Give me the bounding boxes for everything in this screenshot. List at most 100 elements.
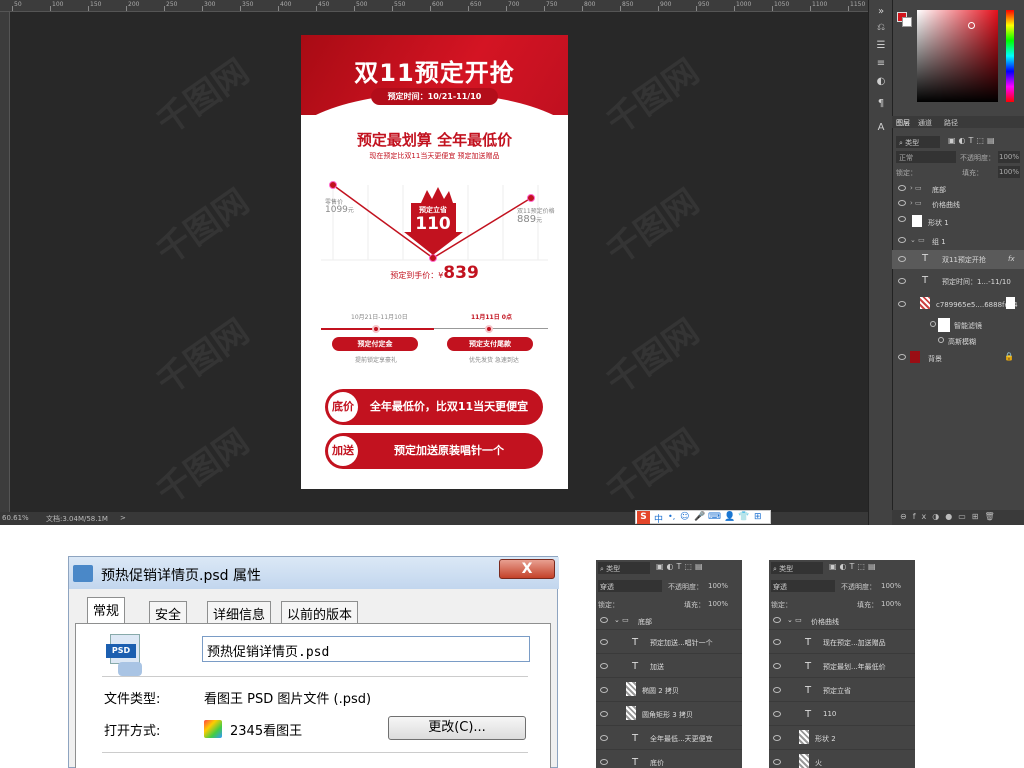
tab-layers[interactable]: 图层 — [896, 118, 910, 128]
fx-icon[interactable]: fx — [1008, 255, 1015, 263]
eye-icon[interactable] — [898, 278, 906, 284]
layer-row[interactable]: › ▭ 价格曲线 — [892, 196, 1024, 213]
layer-row[interactable]: 高斯模糊 — [892, 334, 1024, 348]
layer-row[interactable]: T 全年最低...天更便宜 — [596, 726, 742, 750]
tab-previous-versions[interactable]: 以前的版本 — [281, 601, 359, 623]
eye-icon[interactable] — [773, 663, 781, 669]
layer-filter-icons[interactable]: ▣◐T⬚▤ — [656, 562, 706, 571]
filename-input[interactable]: 预热促销详情页.psd — [202, 636, 530, 662]
hue-slider[interactable] — [1006, 10, 1014, 102]
eye-icon[interactable] — [898, 216, 906, 222]
character-icon[interactable]: A — [875, 122, 887, 134]
blend-mode-select[interactable]: 穿透 — [771, 580, 835, 592]
layer-actions[interactable]: ⊖fx◑●▭⊞🗑 — [892, 510, 1024, 525]
layer-row[interactable]: T 预定立省 — [769, 678, 915, 702]
layer-row[interactable]: T 底价 — [596, 750, 742, 768]
tab-paths[interactable]: 路径 — [944, 118, 958, 128]
sogou-icon[interactable]: S — [637, 511, 650, 524]
tab-details[interactable]: 详细信息 — [207, 601, 272, 623]
layer-filter-select[interactable]: ⌕ 类型 — [896, 136, 940, 148]
lowest-price-banner: 底价 全年最低价，比双11当天更便宜 — [325, 389, 543, 425]
change-button[interactable]: 更改(C)... — [388, 716, 526, 740]
background-color[interactable] — [902, 17, 912, 27]
tab-channels[interactable]: 通道 — [918, 118, 932, 128]
eye-icon[interactable] — [898, 237, 906, 243]
eye-icon[interactable] — [600, 663, 608, 669]
layer-row[interactable]: 形状 1 — [892, 212, 1024, 232]
skin-icon[interactable]: 👕 — [738, 512, 749, 522]
ime-lang-icon[interactable]: 中 — [654, 512, 663, 525]
layer-filter-icons[interactable]: ▣◐T⬚▤ — [948, 136, 1018, 148]
layer-row[interactable]: T 加送 — [596, 654, 742, 678]
history-icon[interactable]: ⎌ — [875, 22, 887, 34]
tab-security[interactable]: 安全 — [149, 601, 188, 623]
emoji-icon[interactable]: ☺ — [680, 512, 689, 522]
close-button[interactable]: X — [499, 559, 555, 579]
color-picker-field[interactable] — [917, 10, 998, 102]
eye-icon[interactable] — [600, 735, 608, 741]
layer-group-row[interactable]: ⌄ ▭ 底部 — [596, 612, 742, 630]
eye-icon[interactable] — [938, 337, 944, 343]
eye-icon[interactable] — [930, 321, 936, 327]
layer-row[interactable]: T 预定加送...唱针一个 — [596, 630, 742, 654]
eye-icon[interactable] — [600, 759, 608, 765]
toolbox-icon[interactable]: ⊞ — [754, 512, 762, 522]
eye-icon[interactable] — [773, 617, 781, 623]
layer-row[interactable]: ⌄ ▭ 组 1 — [892, 233, 1024, 250]
keyboard-icon[interactable]: ⌨ — [708, 512, 721, 522]
eye-icon[interactable] — [898, 301, 906, 307]
eye-icon[interactable] — [600, 617, 608, 623]
eye-icon[interactable] — [600, 711, 608, 717]
fill-value[interactable]: 100% — [708, 600, 728, 608]
layer-row[interactable]: 火 — [769, 750, 915, 768]
eye-icon[interactable] — [898, 256, 906, 262]
layer-row[interactable]: 背景 🔒 — [892, 349, 1024, 367]
layer-row[interactable]: T 110 — [769, 702, 915, 726]
layer-row[interactable]: 智能滤镜 — [892, 316, 1024, 334]
layer-row[interactable]: 圆角矩形 3 拷贝 — [596, 702, 742, 726]
layer-row[interactable]: T 现在预定...加送赠品 — [769, 630, 915, 654]
eye-icon[interactable] — [600, 687, 608, 693]
eye-icon[interactable] — [773, 687, 781, 693]
status-arrow[interactable]: > — [120, 514, 126, 522]
eye-icon[interactable] — [898, 354, 906, 360]
eye-icon[interactable] — [898, 185, 906, 191]
mic-icon[interactable]: 🎤 — [694, 512, 705, 522]
color-picker-cursor[interactable] — [968, 22, 975, 29]
properties-icon[interactable]: ☰ — [875, 40, 887, 52]
blend-mode-select[interactable]: 穿透 — [598, 580, 662, 592]
eye-icon[interactable] — [773, 639, 781, 645]
paragraph-icon[interactable]: ¶ — [875, 98, 887, 110]
layer-filter-select[interactable]: ⌕ 类型 — [598, 562, 650, 574]
blend-mode-select[interactable]: 正常 — [896, 151, 956, 163]
eye-icon[interactable] — [898, 200, 906, 206]
eye-icon[interactable] — [773, 759, 781, 765]
layer-filter-icons[interactable]: ▣◐T⬚▤ — [829, 562, 879, 571]
layer-row[interactable]: T 预定最划...年最低价 — [769, 654, 915, 678]
fill-value[interactable]: 100% — [998, 166, 1020, 178]
layer-row[interactable]: 椭圆 2 拷贝 — [596, 678, 742, 702]
fill-value[interactable]: 100% — [881, 600, 901, 608]
eye-icon[interactable] — [600, 639, 608, 645]
layer-row[interactable]: T 双11预定开抢 fx — [892, 250, 1024, 269]
swatch-icon[interactable]: ◐ — [875, 76, 887, 88]
layer-filter-select[interactable]: ⌕ 类型 — [771, 562, 823, 574]
adjust-icon[interactable]: ≡ — [875, 58, 887, 70]
collapse-icon[interactable]: » — [875, 6, 887, 18]
zoom-level[interactable]: 60.61% — [2, 514, 29, 522]
opacity-value[interactable]: 100% — [708, 582, 728, 590]
layer-row[interactable]: 形状 2 — [769, 726, 915, 750]
layer-row[interactable]: c789965e5....6888fea4 — [892, 294, 1024, 316]
punct-icon[interactable]: •, — [668, 512, 675, 521]
user-icon[interactable]: 👤 — [724, 512, 735, 522]
lock-icon[interactable]: 🔒 — [1004, 352, 1014, 361]
opacity-value[interactable]: 100% — [998, 151, 1020, 163]
layer-row[interactable]: T 预定时间：1...-11/10 — [892, 272, 1024, 291]
layer-group-row[interactable]: ⌄ ▭ 价格曲线 — [769, 612, 915, 630]
step2-date: 11月11日 0点 — [471, 314, 512, 321]
poster-artboard[interactable]: 双11预定开抢 预定时间：10/21-11/10 预定最划算 全年最低价 现在预… — [301, 35, 568, 489]
tab-general[interactable]: 常规 — [87, 597, 126, 624]
eye-icon[interactable] — [773, 711, 781, 717]
opacity-value[interactable]: 100% — [881, 582, 901, 590]
eye-icon[interactable] — [773, 735, 781, 741]
